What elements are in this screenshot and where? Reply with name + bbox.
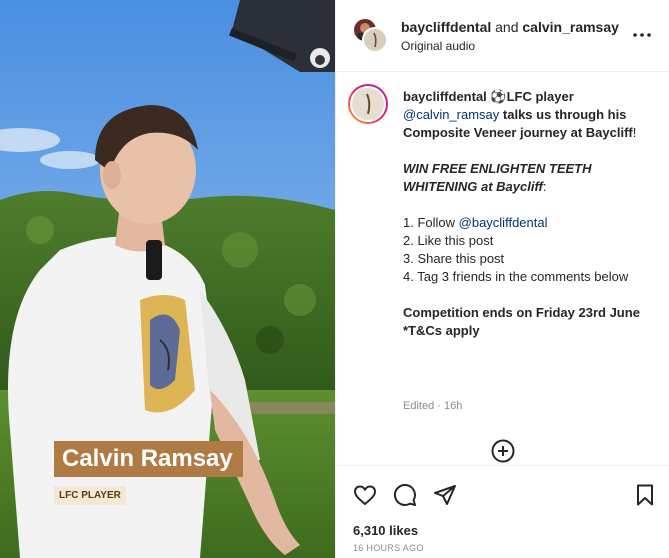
comment-icon[interactable] — [393, 483, 417, 507]
step-2: 2. Like this post — [403, 233, 494, 248]
post-header: baycliffdental and calvin_ramsay Origina… — [336, 0, 669, 72]
heart-icon[interactable] — [353, 483, 377, 507]
caption-intro: ⚽LFC player — [486, 89, 574, 104]
collab-avatars[interactable] — [352, 17, 388, 53]
caption-username[interactable]: baycliffdental — [403, 89, 487, 104]
caption-intro-end: ! — [632, 125, 637, 140]
step-3: 3. Share this post — [403, 251, 505, 266]
mention-link[interactable]: @calvin_ramsay — [403, 107, 499, 122]
mention-link[interactable]: @baycliffdental — [459, 215, 548, 230]
account-link[interactable]: baycliffdental — [401, 19, 491, 35]
edited-timestamp: Edited · 16h — [403, 400, 463, 412]
account-joiner: and — [491, 19, 523, 35]
deadline-line: Competition ends on Friday 23rd June — [403, 305, 640, 320]
win-colon: : — [542, 179, 547, 194]
logo-icon — [366, 93, 371, 115]
more-icon[interactable] — [632, 27, 652, 43]
post-media[interactable]: Calvin Ramsay LFC PLAYER — [0, 0, 335, 558]
caption-text: baycliffdental ⚽LFC player @calvin_ramsa… — [403, 88, 658, 340]
terms-line: *T&Cs apply — [403, 323, 480, 338]
logo-icon — [373, 32, 377, 48]
post-actions: 6,310 likes 16 HOURS AGO — [336, 465, 669, 558]
step-4: 4. Tag 3 friends in the comments below — [403, 269, 629, 284]
step-1: 1. Follow — [403, 215, 459, 230]
like-count[interactable]: 6,310 likes — [353, 523, 418, 538]
avatar[interactable] — [348, 84, 388, 124]
post-timestamp[interactable]: 16 HOURS AGO — [353, 543, 424, 553]
win-line: WIN FREE ENLIGHTEN TEETH WHITENING at Ba… — [403, 161, 592, 194]
name-overlay: Calvin Ramsay — [54, 441, 243, 477]
share-icon[interactable] — [433, 483, 457, 507]
audio-label[interactable]: Original audio — [401, 39, 475, 53]
post-caption: baycliffdental ⚽LFC player @calvin_ramsa… — [336, 72, 669, 465]
bookmark-icon[interactable] — [633, 483, 657, 507]
collab-accounts: baycliffdental and calvin_ramsay — [401, 19, 619, 35]
role-overlay: LFC PLAYER — [54, 486, 126, 505]
avatar[interactable] — [362, 27, 388, 53]
add-comment-icon[interactable] — [491, 439, 515, 463]
account-link[interactable]: calvin_ramsay — [522, 19, 619, 35]
post-panel: baycliffdental and calvin_ramsay Origina… — [335, 0, 669, 558]
